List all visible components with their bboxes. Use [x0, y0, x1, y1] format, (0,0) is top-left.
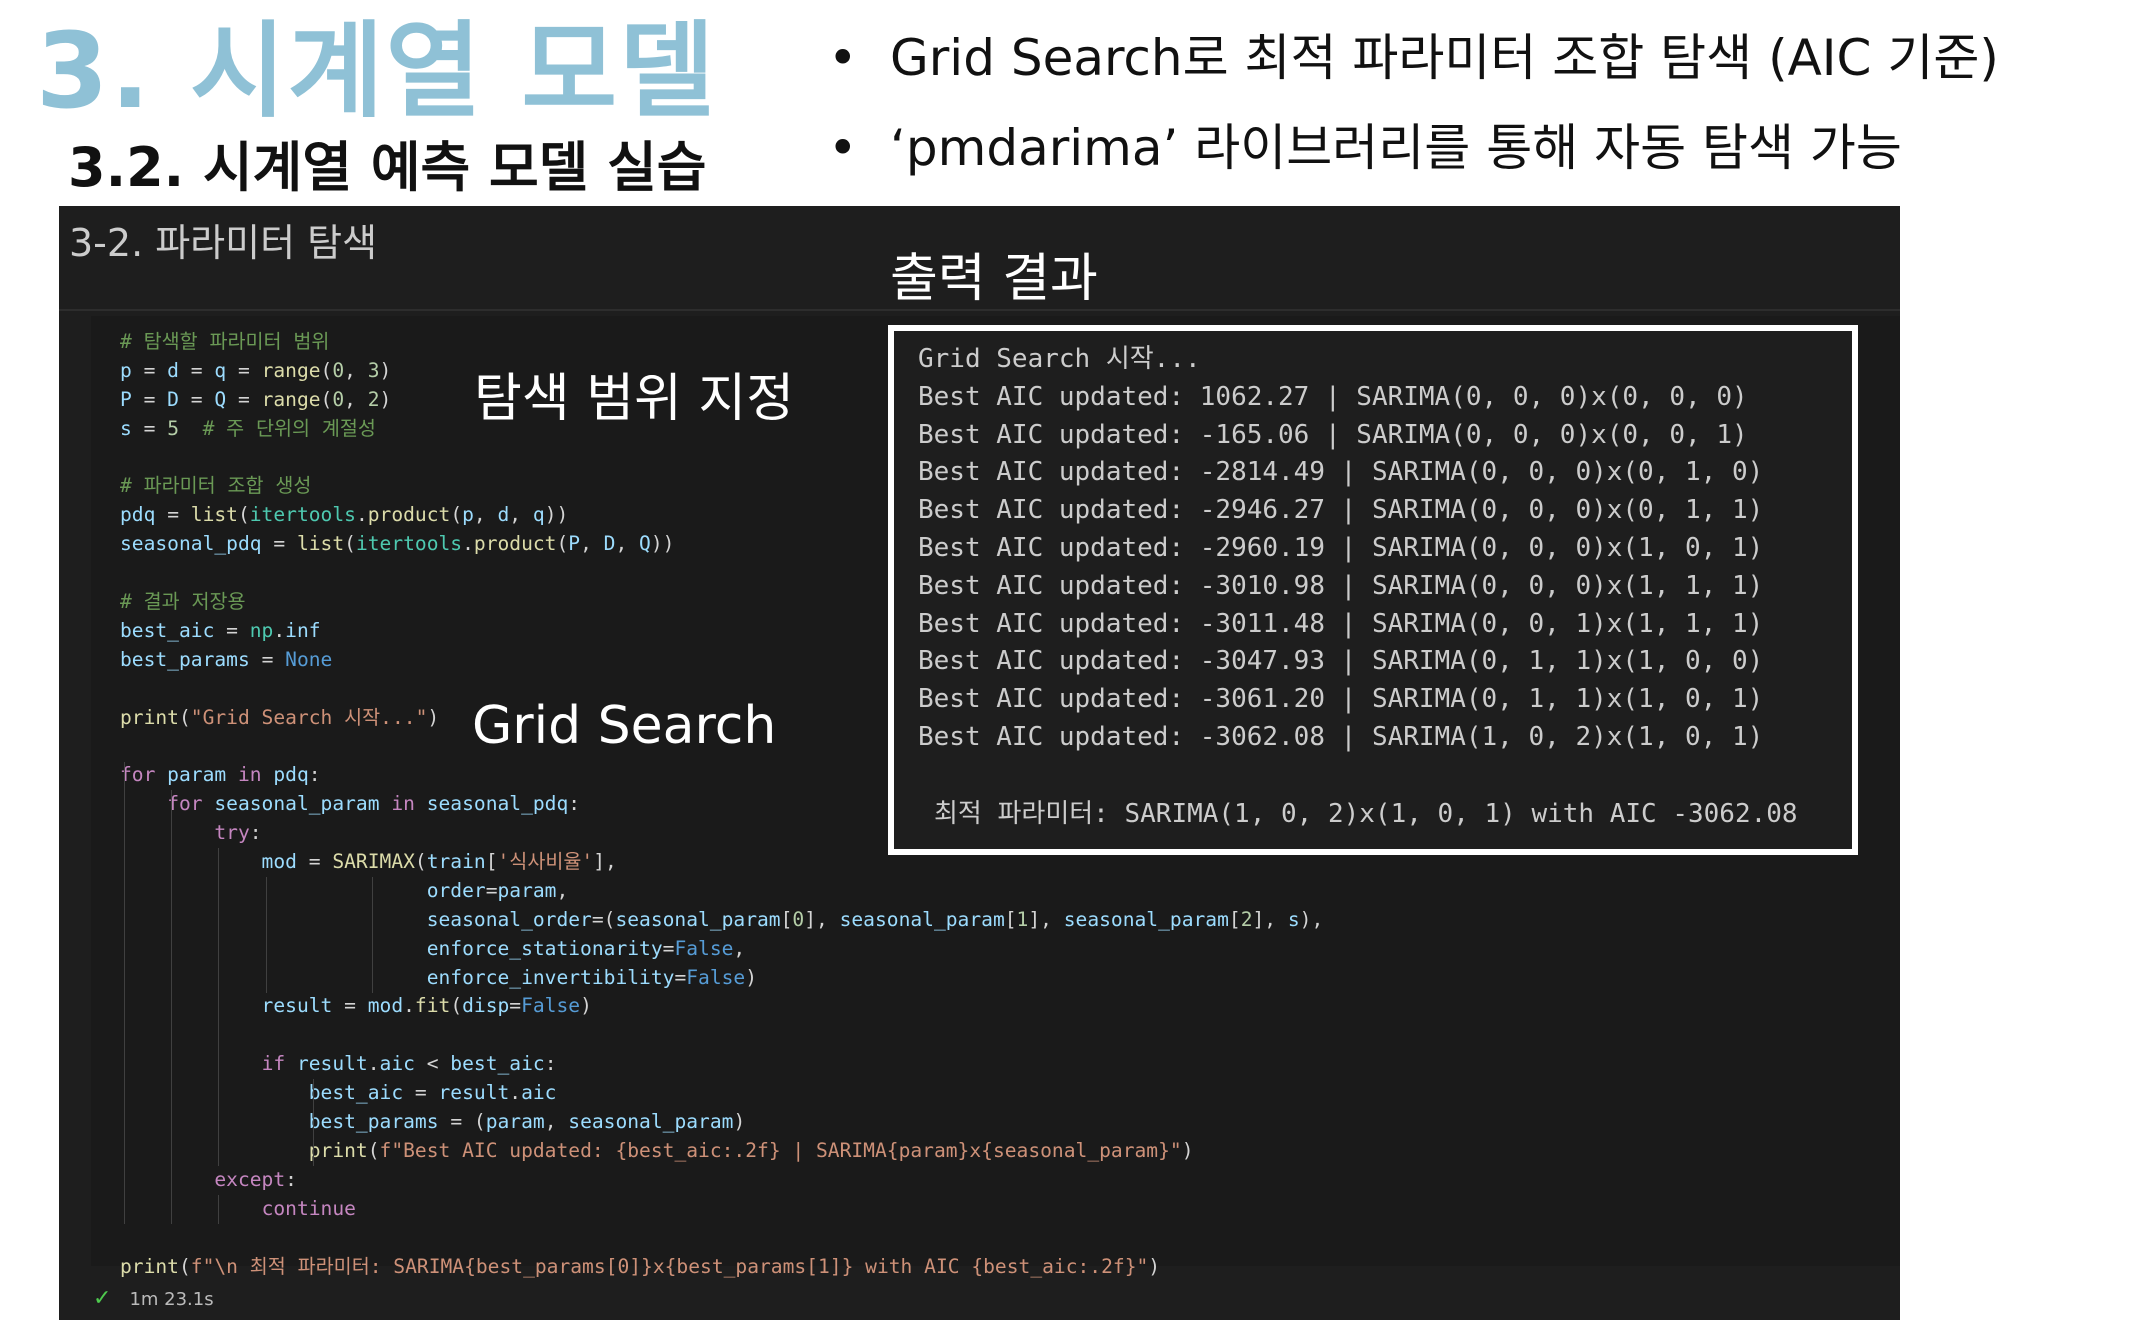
output-line: Best AIC updated: -3010.98 | SARIMA(0, 0…	[918, 570, 1764, 601]
output-panel: Grid Search 시작... Best AIC updated: 1062.…	[888, 325, 1858, 855]
bullet-list: • Grid Search로 최적 파라미터 조합 탐색 (AIC 기준) • ‘p…	[820, 22, 1999, 202]
cell-title: 3-2. 파라미터 탐색	[69, 221, 378, 265]
output-line: Best AIC updated: -3061.20 | SARIMA(0, 1…	[918, 684, 1764, 715]
code-line: seasonal_order=(seasonal_param[0], seaso…	[120, 907, 1324, 931]
code-line: enforce_stationarity=False,	[120, 936, 746, 960]
code-line: print(f"Best AIC updated: {best_aic:.2f}…	[308, 1138, 1194, 1162]
indent-guide	[312, 1079, 314, 1167]
bullet-dot-icon: •	[828, 29, 858, 87]
slide-subtitle: 3.2. 시계열 예측 모델 실습	[68, 136, 707, 199]
output-line: Best AIC updated: -2814.49 | SARIMA(0, 0…	[918, 457, 1764, 488]
indent-guide	[218, 1195, 220, 1224]
output-line: Best AIC updated: -165.06 | SARIMA(0, 0,…	[918, 419, 1748, 450]
indent-guide	[124, 761, 125, 1224]
code-line: best_aic = result.aic	[120, 1081, 557, 1105]
indent-guide	[171, 790, 173, 1224]
output-line: Best AIC updated: -3011.48 | SARIMA(0, 0…	[918, 608, 1764, 639]
output-line: Best AIC updated: 1062.27 | SARIMA(0, 0,…	[918, 381, 1748, 412]
indent-guide	[265, 877, 267, 993]
check-icon: ✓	[93, 1286, 112, 1311]
output-line: Best AIC updated: -3062.08 | SARIMA(1, 0…	[918, 721, 1764, 752]
slide-title: 3. 시계열 모델	[36, 10, 717, 132]
bullet-item: • Grid Search로 최적 파라미터 조합 탐색 (AIC 기준)	[820, 22, 1999, 112]
execution-time: 1m 23.1s	[129, 1289, 214, 1310]
output-line: Best AIC updated: -2960.19 | SARIMA(0, 0…	[918, 532, 1764, 563]
annotation-grid-search: Grid Search	[472, 696, 777, 756]
code-line: if result.aic < best_aic:	[261, 1052, 557, 1076]
bullet-dot-icon: •	[828, 119, 858, 177]
code-line: result = mod.fit(disp=False)	[120, 994, 592, 1018]
code-line: order=param,	[120, 878, 569, 902]
annotation-output-result: 출력 결과	[890, 249, 1098, 309]
output-line: Best AIC updated: -3047.93 | SARIMA(0, 1…	[918, 646, 1764, 677]
output-line: Grid Search 시작...	[918, 344, 1201, 374]
code-line: best_params = (param, seasonal_param)	[120, 1110, 746, 1134]
indent-guide	[371, 877, 373, 993]
indent-guide	[218, 848, 220, 1167]
code-line: except:	[214, 1167, 297, 1191]
output-log: Grid Search 시작... Best AIC updated: 1062.…	[918, 341, 1763, 757]
code-line: print(f"\n 최적 파라미터: SARIMA{best_params[0…	[120, 1254, 1161, 1278]
cell-status: ✓ 1m 23.1s	[93, 1286, 214, 1311]
output-line: Best AIC updated: -2946.27 | SARIMA(0, 0…	[918, 495, 1764, 526]
code-line: continue	[261, 1196, 356, 1220]
annotation-search-range: 탐색 범위 지정	[474, 369, 795, 429]
bullet-item: • ‘pmdarima’ 라이브러리를 통해 자동 탐색 가능	[820, 112, 1999, 202]
output-final-result: 최적 파라미터: SARIMA(1, 0, 2)x(1, 0, 1) with …	[934, 799, 1798, 829]
code-line: enforce_invertibility=False)	[120, 965, 758, 989]
